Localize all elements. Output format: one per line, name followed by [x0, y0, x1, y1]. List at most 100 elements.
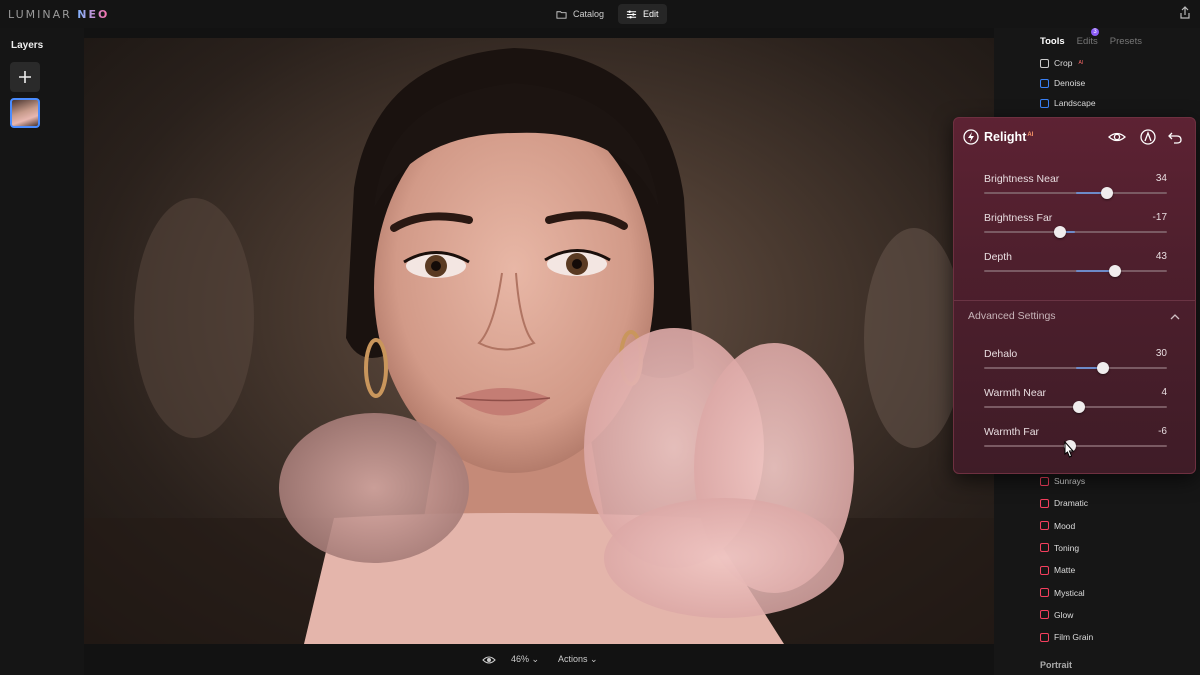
slider-label: Dehalo [984, 348, 1018, 360]
advanced-settings-label[interactable]: Advanced Settings [968, 310, 1056, 322]
tool-item-mood[interactable]: Mood [1040, 521, 1075, 531]
logo-accent: NEO [77, 8, 110, 21]
slider-track[interactable] [984, 226, 1167, 238]
tab-tools[interactable]: Tools [1040, 36, 1065, 47]
tool-item-label: Crop [1054, 58, 1073, 68]
slider-warmth-near[interactable]: Warmth Near 4 [984, 387, 1167, 417]
slider-brightness-near[interactable]: Brightness Near 34 [984, 173, 1167, 203]
slider-handle[interactable] [1108, 265, 1121, 277]
slider-value[interactable]: -17 [1153, 212, 1167, 223]
tool-item-label: Denoise [1054, 78, 1086, 88]
tab-edit-label: Edit [643, 9, 659, 19]
tool-item-label: Mood [1054, 520, 1076, 531]
folder-icon [556, 10, 567, 19]
tool-item-label: Landscape [1054, 98, 1096, 108]
slider-label: Brightness Far [984, 212, 1053, 224]
tool-item-dramatic[interactable]: Dramatic [1040, 498, 1088, 508]
tool-item-label: Matte [1054, 565, 1076, 576]
tool-item-sunrays[interactable]: Sunrays [1040, 476, 1085, 486]
top-bar: LUMINAR NEO Catalog Edit [0, 0, 1200, 28]
slider-label: Warmth Near [984, 387, 1047, 399]
film-grain-icon [1040, 632, 1049, 642]
tab-presets[interactable]: Presets [1110, 36, 1142, 47]
tool-item-label: Glow [1054, 609, 1074, 620]
slider-handle[interactable] [1073, 401, 1086, 413]
glow-icon [1040, 610, 1049, 620]
tab-catalog-label: Catalog [573, 9, 605, 19]
section-divider [954, 300, 1195, 301]
tool-item-film-grain[interactable]: Film Grain [1040, 632, 1093, 642]
slider-warmth-far[interactable]: Warmth Far -6 [984, 426, 1167, 456]
tool-item-label: Sunrays [1054, 476, 1086, 486]
zoom-dropdown[interactable]: 46% ⌄ [511, 654, 539, 665]
edits-count-badge: 3 [1091, 28, 1099, 36]
slider-brightness-far[interactable]: Brightness Far -17 [984, 212, 1167, 242]
layers-panel: Layers [0, 28, 84, 675]
sliders-icon [626, 10, 637, 18]
slider-value[interactable]: 4 [1161, 387, 1167, 398]
panel-tabs: Tools Edits Presets [1040, 36, 1142, 47]
mode-tabs: Catalog Edit [548, 4, 667, 24]
slider-track[interactable] [984, 440, 1167, 452]
slider-track[interactable] [984, 265, 1167, 277]
tool-item-glow[interactable]: Glow [1040, 610, 1073, 620]
toning-icon [1040, 543, 1049, 553]
slider-value[interactable]: 43 [1156, 251, 1167, 262]
relight-title-text: Relight [984, 130, 1027, 144]
slider-dehalo[interactable]: Dehalo 30 [984, 348, 1167, 378]
plus-icon [19, 71, 31, 83]
slider-track[interactable] [984, 187, 1167, 199]
denoise-icon [1040, 78, 1049, 88]
relight-header: RelightAI [954, 118, 1195, 158]
slider-value[interactable]: 34 [1156, 173, 1167, 184]
sunrays-icon [1040, 476, 1049, 486]
slider-handle[interactable] [1096, 362, 1109, 374]
tool-item-denoise[interactable]: Denoise [1040, 78, 1085, 88]
relight-title: RelightAI [984, 130, 1033, 144]
slider-depth[interactable]: Depth 43 [984, 251, 1167, 281]
slider-track[interactable] [984, 362, 1167, 374]
preview-eye-icon[interactable] [482, 653, 496, 667]
matte-icon [1040, 565, 1049, 575]
landscape-icon [1040, 98, 1049, 108]
eye-icon[interactable] [1108, 129, 1126, 145]
portrait-photo [84, 48, 994, 644]
tool-item-matte[interactable]: Matte [1040, 565, 1075, 575]
tab-edit[interactable]: Edit [618, 4, 667, 24]
chevron-up-icon[interactable] [1169, 311, 1181, 323]
section-portrait: Portrait [1040, 660, 1073, 670]
add-layer-button[interactable] [10, 62, 40, 92]
tool-item-label: Toning [1054, 542, 1080, 553]
bottom-bar: 46% ⌄ Actions ⌄ [84, 644, 994, 675]
tool-item-landscape[interactable]: Landscape [1040, 98, 1096, 108]
dramatic-icon [1040, 498, 1049, 508]
tab-catalog[interactable]: Catalog [548, 4, 612, 24]
actions-dropdown[interactable]: Actions ⌄ [558, 654, 598, 665]
share-icon[interactable] [1178, 6, 1192, 20]
layer-thumbnail[interactable] [10, 98, 40, 128]
tool-item-toning[interactable]: Toning [1040, 543, 1079, 553]
mood-icon [1040, 521, 1049, 531]
tool-item-label: Film Grain [1054, 632, 1094, 643]
layers-title: Layers [11, 40, 44, 51]
crop-icon [1040, 58, 1049, 68]
reset-icon[interactable] [1167, 129, 1183, 145]
tab-edits[interactable]: Edits [1077, 36, 1098, 47]
tool-item-crop[interactable]: Crop AI [1040, 58, 1083, 68]
slider-handle[interactable] [1053, 226, 1066, 238]
mouse-cursor-icon [1064, 441, 1075, 458]
slider-label: Depth [984, 251, 1013, 263]
logo-main: LUMINAR [8, 8, 72, 21]
ai-badge: AI [1027, 131, 1034, 138]
mystical-icon [1040, 588, 1049, 597]
slider-value[interactable]: 30 [1156, 348, 1167, 359]
slider-track[interactable] [984, 401, 1167, 413]
slider-value[interactable]: -6 [1158, 426, 1167, 437]
tool-item-mystical[interactable]: Mystical [1040, 588, 1085, 598]
lightning-icon [963, 129, 979, 145]
relight-panel: RelightAI Brightness Near 34 Brightness Fa… [953, 117, 1196, 474]
slider-handle[interactable] [1100, 187, 1113, 199]
photo-canvas[interactable] [84, 38, 994, 644]
tool-item-label: Mystical [1054, 587, 1085, 598]
brush-icon[interactable] [1140, 129, 1156, 145]
